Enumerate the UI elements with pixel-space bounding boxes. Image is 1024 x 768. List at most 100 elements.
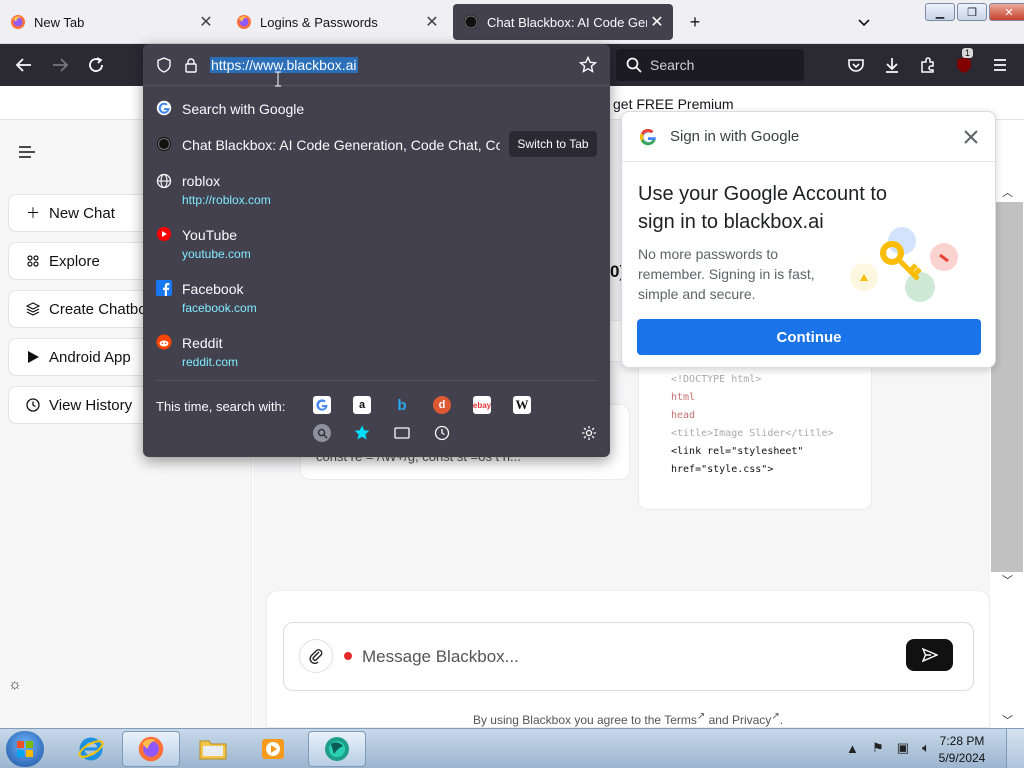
menu-lines-icon	[19, 146, 35, 158]
theme-toggle-sun-icon[interactable]: ☼	[8, 676, 22, 693]
facebook-icon	[156, 280, 172, 296]
tracking-protection-button[interactable]	[154, 55, 174, 75]
forward-arrow-icon	[53, 58, 69, 72]
google-engine-icon[interactable]	[313, 396, 331, 414]
message-input[interactable]	[362, 645, 882, 669]
forward-button[interactable]	[48, 53, 72, 77]
urlbar-dropdown: https://www.blackbox.ai Search with Goog…	[143, 44, 610, 457]
tab-chat-blackbox[interactable]: Chat Blackbox: AI Code Generat ✕	[453, 4, 673, 40]
suggestion-title: Reddit	[182, 335, 223, 351]
action-center-flag-icon[interactable]: ⚑	[872, 740, 884, 756]
downloads-button[interactable]	[880, 53, 904, 77]
attach-button[interactable]	[299, 639, 333, 673]
scroll-down-icon[interactable]: ﹀	[1002, 712, 1013, 728]
suggestion-url: http://roblox.com	[182, 193, 271, 207]
tab-title: New Tab	[34, 14, 85, 30]
network-icon[interactable]: ▣	[897, 740, 909, 756]
lock-icon	[185, 58, 197, 73]
sidebar-toggle-button[interactable]	[18, 145, 36, 159]
suggestion-youtube[interactable]: YouTube youtube.com	[143, 224, 610, 268]
bookmark-button[interactable]	[578, 55, 598, 75]
start-button[interactable]	[6, 731, 44, 767]
url-input[interactable]: https://www.blackbox.ai	[210, 57, 358, 73]
shield-badge-icon	[957, 57, 971, 73]
taskbar-media-player[interactable]	[244, 731, 302, 767]
tab-new-tab[interactable]: New Tab ✕	[0, 4, 222, 40]
folder-icon	[199, 740, 227, 760]
hamburger-menu-icon	[994, 59, 1006, 71]
sidebar-item-label: New Chat	[49, 204, 115, 222]
suggestion-title: YouTube	[182, 227, 238, 243]
pocket-button[interactable]	[844, 53, 868, 77]
tab-bar: New Tab ✕ Logins & Passwords ✕ Chat Blac…	[0, 0, 1024, 44]
close-tab-icon[interactable]: ✕	[422, 12, 442, 32]
send-icon	[921, 647, 938, 663]
back-button[interactable]	[12, 53, 36, 77]
taskbar-internet-explorer[interactable]	[62, 731, 120, 767]
search-settings-gear-icon[interactable]	[580, 424, 598, 442]
tab-title: Chat Blackbox: AI Code Generat	[487, 14, 647, 30]
list-all-tabs-button[interactable]	[850, 8, 878, 36]
chevron-down-icon	[858, 19, 870, 27]
terms-link[interactable]: Terms	[664, 713, 697, 727]
tab-logins-passwords[interactable]: Logins & Passwords ✕	[226, 4, 448, 40]
privacy-link[interactable]: Privacy	[732, 713, 771, 727]
taskbar-app-active[interactable]	[308, 731, 366, 767]
switch-to-tab-button[interactable]: Switch to Tab	[509, 131, 597, 157]
search-engine-icon[interactable]	[313, 424, 331, 442]
close-icon[interactable]	[961, 127, 981, 147]
close-tab-icon[interactable]: ✕	[196, 12, 216, 32]
firefox-icon	[138, 736, 164, 762]
window-close-button[interactable]: ✕	[989, 3, 1024, 21]
code-example-card[interactable]: <!DOCTYPE html> html head <title>Image S…	[638, 350, 872, 510]
amazon-engine-icon[interactable]: a	[353, 396, 371, 414]
google-g-icon	[156, 100, 172, 116]
shield-icon	[157, 57, 171, 73]
suggestion-reddit[interactable]: Reddit reddit.com	[143, 332, 610, 376]
taskbar-file-explorer[interactable]	[184, 731, 242, 767]
suggestion-search-google[interactable]: Search with Google	[143, 96, 610, 128]
minimize-button[interactable]: ▁	[925, 3, 955, 21]
popup-header-text: Sign in with Google	[670, 128, 800, 145]
close-tab-icon[interactable]: ✕	[647, 12, 667, 32]
new-tab-button[interactable]: +	[681, 8, 709, 36]
system-tray: ▲ ⚑ ▣ 🔈︎	[846, 738, 930, 758]
show-hidden-icons-icon[interactable]: ▲	[846, 741, 859, 756]
suggestion-facebook[interactable]: Facebook facebook.com	[143, 278, 610, 322]
taskbar-firefox[interactable]	[122, 731, 180, 767]
ebay-engine-icon[interactable]: ebay	[473, 396, 491, 414]
maximize-button[interactable]: ❐	[957, 3, 987, 21]
duckduckgo-engine-icon[interactable]: d	[433, 396, 451, 414]
wikipedia-engine-icon[interactable]: W	[513, 396, 531, 414]
send-button[interactable]	[906, 639, 953, 671]
search-icon	[626, 57, 642, 73]
scroll-up-icon[interactable]: ︿	[1002, 184, 1013, 200]
search-bar[interactable]: Search	[616, 49, 804, 81]
star-icon	[579, 56, 597, 73]
history-search-clock-icon[interactable]	[433, 424, 451, 442]
ublock-button[interactable]: 1	[952, 48, 976, 77]
site-info-button[interactable]	[181, 55, 201, 75]
suggestion-roblox[interactable]: roblox http://roblox.com	[143, 170, 610, 214]
code-snippet: <!DOCTYPE html> html head <title>Image S…	[671, 371, 834, 479]
scroll-down-icon[interactable]: ﹀	[1002, 572, 1013, 588]
bookmarks-search-star-icon[interactable]	[353, 424, 371, 442]
show-desktop-button[interactable]	[1006, 729, 1024, 768]
app-menu-button[interactable]	[988, 53, 1012, 77]
popup-header: Sign in with Google	[622, 112, 995, 162]
google-signin-popup: Sign in with Google Use your Google Acco…	[621, 111, 996, 368]
extensions-button[interactable]	[916, 53, 940, 77]
badge-count: 1	[962, 48, 974, 58]
taskbar-clock[interactable]: 7:28 PM 5/9/2024	[930, 733, 994, 767]
bing-engine-icon[interactable]: b	[393, 396, 411, 414]
code-line: <!DOCTYPE html>	[671, 374, 762, 385]
continue-button[interactable]: Continue	[637, 319, 981, 355]
google-g-icon	[639, 128, 656, 145]
blackbox-icon	[464, 15, 478, 29]
volume-icon[interactable]: 🔈︎	[922, 740, 930, 756]
tabs-search-icon[interactable]	[393, 424, 411, 442]
reload-button[interactable]	[84, 53, 108, 77]
url-text: https://www.blackbox.ai	[210, 57, 358, 73]
urlbar[interactable]: https://www.blackbox.ai	[143, 44, 610, 86]
code-line: head	[671, 410, 696, 421]
